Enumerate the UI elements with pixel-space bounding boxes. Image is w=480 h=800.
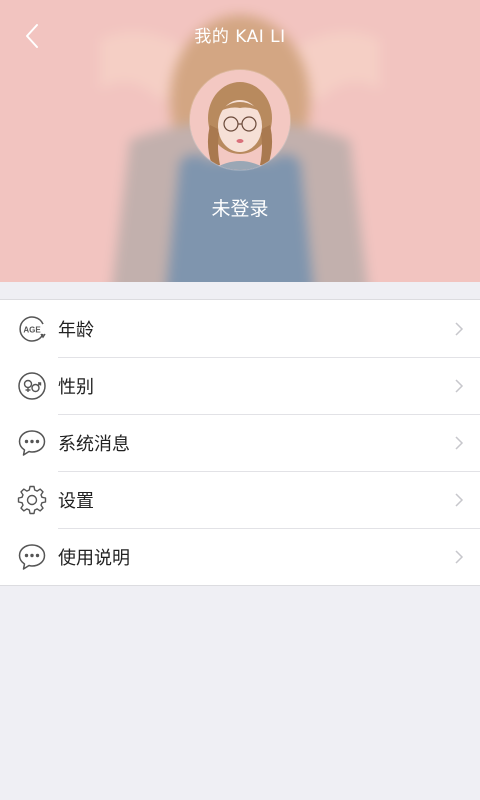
age-icon: AGE [17, 314, 47, 344]
chevron-right-icon [455, 435, 464, 450]
gender-icon [17, 371, 47, 401]
menu-label-instructions: 使用说明 [58, 547, 130, 569]
menu-item-gender[interactable]: 性别 [0, 357, 480, 414]
login-status[interactable]: 未登录 [0, 194, 480, 221]
menu-item-age[interactable]: AGE 年龄 [0, 300, 480, 357]
page-title: 我的 KAI LI [194, 27, 286, 47]
menu-item-system-messages[interactable]: 系统消息 [0, 414, 480, 471]
menu-label-settings: 设置 [58, 490, 94, 512]
gear-icon [17, 485, 47, 515]
chat-bubble-icon [17, 428, 47, 458]
menu-label-gender: 性别 [58, 376, 94, 398]
svg-text:AGE: AGE [23, 325, 41, 334]
chevron-right-icon [455, 549, 464, 564]
menu-item-settings[interactable]: 设置 [0, 471, 480, 528]
avatar[interactable] [190, 70, 290, 170]
chevron-right-icon [455, 378, 464, 393]
menu-label-age: 年龄 [58, 319, 94, 341]
chevron-right-icon [455, 321, 464, 336]
chat-bubble-icon [17, 542, 47, 572]
menu-label-system-messages: 系统消息 [58, 433, 130, 455]
profile-header: 我的 KAI LI 未登录 [0, 0, 480, 282]
chevron-right-icon [455, 492, 464, 507]
settings-menu: AGE 年龄 性别 系统消息 设置 使用说明 [0, 299, 480, 586]
menu-item-instructions[interactable]: 使用说明 [0, 528, 480, 585]
